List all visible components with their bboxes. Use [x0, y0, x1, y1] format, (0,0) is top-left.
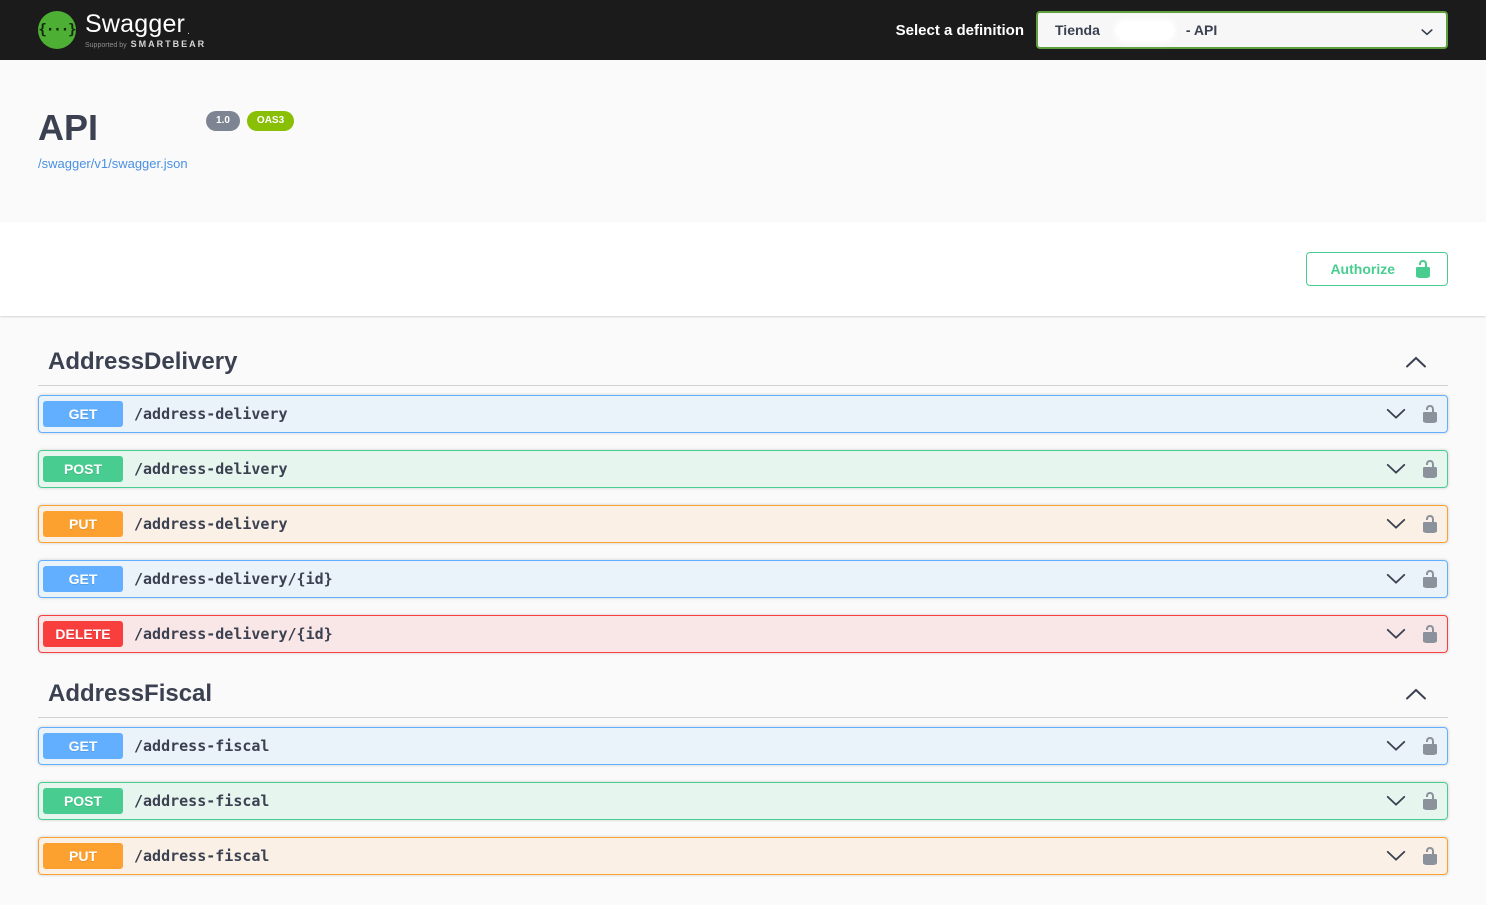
- tag-section: AddressFiscal GET /address-fiscal POST /…: [38, 670, 1448, 875]
- definition-select[interactable]: Tienda - API: [1036, 11, 1448, 49]
- operation-path: /address-delivery: [134, 460, 288, 478]
- section-header[interactable]: AddressDelivery: [38, 338, 1448, 386]
- spec-link[interactable]: /swagger/v1/swagger.json: [38, 156, 188, 171]
- expand-operation-button[interactable]: [1385, 517, 1407, 531]
- authorization-lock-button[interactable]: [1420, 736, 1440, 756]
- tagline-prefix: Supported by: [85, 41, 127, 49]
- chevron-down-icon: [1386, 795, 1406, 806]
- logo-wordmark: Swagger: [85, 9, 186, 38]
- select-definition-label: Select a definition: [895, 21, 1024, 39]
- chevron-down-icon: [1386, 463, 1406, 474]
- swagger-logo-link[interactable]: {···} Swagger . Supported by SMARTBEAR: [38, 11, 206, 49]
- operation-row[interactable]: PUT /address-fiscal: [38, 837, 1448, 875]
- operation-row[interactable]: POST /address-delivery: [38, 450, 1448, 488]
- chevron-down-icon: [1386, 408, 1406, 419]
- operation-path: /address-delivery/{id}: [134, 625, 333, 643]
- unlock-icon: [1416, 260, 1430, 278]
- chevron-down-icon: [1421, 29, 1433, 36]
- unlock-icon: [1423, 792, 1437, 810]
- authorize-button[interactable]: Authorize: [1306, 252, 1448, 286]
- definition-select-value-suffix: - API: [1185, 22, 1218, 38]
- collapse-section-button[interactable]: [1404, 355, 1428, 369]
- version-badge: 1.0: [206, 111, 240, 131]
- section-operations: GET /address-delivery POST /address-deli…: [38, 386, 1448, 653]
- method-badge: POST: [43, 788, 123, 814]
- swagger-logo-icon: {···}: [38, 11, 77, 49]
- operation-path: /address-fiscal: [134, 847, 270, 865]
- logo-trademark: .: [187, 25, 190, 37]
- section-header[interactable]: AddressFiscal: [38, 670, 1448, 718]
- operation-row[interactable]: GET /address-fiscal: [38, 727, 1448, 765]
- operation-row[interactable]: PUT /address-delivery: [38, 505, 1448, 543]
- operation-row[interactable]: GET /address-delivery/{id}: [38, 560, 1448, 598]
- unlock-icon: [1423, 515, 1437, 533]
- redaction-blur: [1115, 20, 1174, 40]
- expand-operation-button[interactable]: [1385, 849, 1407, 863]
- authorization-lock-button[interactable]: [1420, 791, 1440, 811]
- operation-path: /address-fiscal: [134, 737, 270, 755]
- section-title: AddressDelivery: [48, 348, 238, 375]
- operations-list: AddressDelivery GET /address-delivery PO…: [13, 316, 1473, 905]
- unlock-icon: [1423, 625, 1437, 643]
- authorization-lock-button[interactable]: [1420, 404, 1440, 424]
- section-title: AddressFiscal: [48, 680, 213, 707]
- operation-path: /address-delivery: [134, 515, 288, 533]
- section-operations: GET /address-fiscal POST /address-fiscal: [38, 718, 1448, 875]
- expand-operation-button[interactable]: [1385, 407, 1407, 421]
- method-badge: GET: [43, 566, 123, 592]
- operation-row[interactable]: POST /address-fiscal: [38, 782, 1448, 820]
- chevron-up-icon: [1406, 688, 1426, 699]
- braces-icon: {···}: [38, 22, 76, 38]
- method-badge: DELETE: [43, 621, 123, 647]
- unlock-icon: [1423, 460, 1437, 478]
- unlock-icon: [1423, 737, 1437, 755]
- authorization-lock-button[interactable]: [1420, 624, 1440, 644]
- authorization-lock-button[interactable]: [1420, 569, 1440, 589]
- method-badge: PUT: [43, 843, 123, 869]
- operation-path: /address-delivery/{id}: [134, 570, 333, 588]
- info-section: API 1.0 OAS3 /swagger/v1/swagger.json: [0, 60, 1486, 222]
- chevron-down-icon: [1386, 518, 1406, 529]
- authorization-lock-button[interactable]: [1420, 514, 1440, 534]
- page-title: API: [38, 107, 99, 148]
- expand-operation-button[interactable]: [1385, 794, 1407, 808]
- method-badge: POST: [43, 456, 123, 482]
- chevron-down-icon: [1386, 850, 1406, 861]
- operation-row[interactable]: DELETE /address-delivery/{id}: [38, 615, 1448, 653]
- collapse-section-button[interactable]: [1404, 687, 1428, 701]
- expand-operation-button[interactable]: [1385, 462, 1407, 476]
- method-badge: PUT: [43, 511, 123, 537]
- method-badge: GET: [43, 401, 123, 427]
- topbar: {···} Swagger . Supported by SMARTBEAR S…: [0, 0, 1486, 60]
- operation-path: /address-fiscal: [134, 792, 270, 810]
- operation-row[interactable]: GET /address-delivery: [38, 395, 1448, 433]
- tagline-brand: SMARTBEAR: [130, 38, 207, 49]
- scheme-container: Authorize: [0, 222, 1486, 316]
- expand-operation-button[interactable]: [1385, 572, 1407, 586]
- operation-path: /address-delivery: [134, 405, 288, 423]
- chevron-down-icon: [1386, 573, 1406, 584]
- chevron-up-icon: [1406, 356, 1426, 367]
- expand-operation-button[interactable]: [1385, 627, 1407, 641]
- chevron-down-icon: [1386, 628, 1406, 639]
- unlock-icon: [1423, 405, 1437, 423]
- logo-tagline: Supported by SMARTBEAR: [85, 38, 207, 49]
- unlock-icon: [1423, 847, 1437, 865]
- tag-section: AddressDelivery GET /address-delivery PO…: [38, 338, 1448, 653]
- expand-operation-button[interactable]: [1385, 739, 1407, 753]
- oas3-badge: OAS3: [246, 111, 295, 131]
- authorization-lock-button[interactable]: [1420, 459, 1440, 479]
- unlock-icon: [1423, 570, 1437, 588]
- authorize-button-label: Authorize: [1330, 261, 1395, 277]
- definition-select-value-prefix: Tienda: [1055, 22, 1100, 38]
- method-badge: GET: [43, 733, 123, 759]
- chevron-down-icon: [1386, 740, 1406, 751]
- authorization-lock-button[interactable]: [1420, 846, 1440, 866]
